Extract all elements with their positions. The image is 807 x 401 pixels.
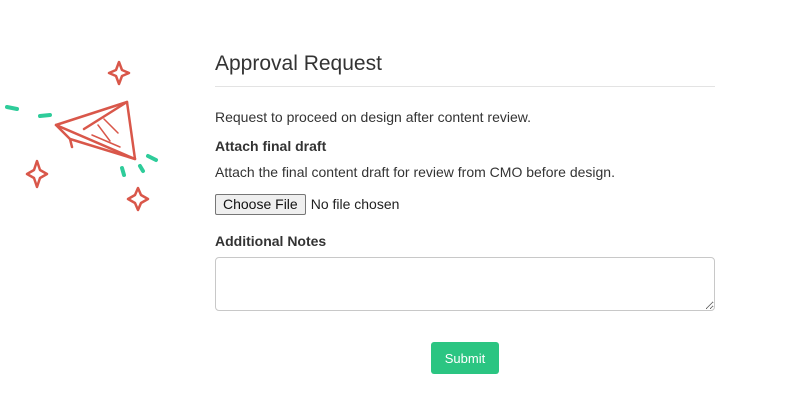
page-title: Approval Request: [215, 50, 715, 87]
additional-notes-field[interactable]: [215, 257, 715, 311]
submit-row: Submit: [215, 342, 715, 374]
sparkle-icon: [25, 159, 49, 189]
additional-notes-label: Additional Notes: [215, 233, 327, 249]
attach-draft-label: Attach final draft: [215, 138, 327, 154]
attach-draft-help: Attach the final content draft for revie…: [215, 164, 615, 180]
paper-plane-icon: [54, 100, 137, 161]
choose-file-button[interactable]: Choose File: [215, 193, 306, 215]
file-input: Choose File No file chosen: [215, 193, 715, 215]
sparkle-icon: [126, 186, 150, 212]
form-description: Request to proceed on design after conte…: [215, 109, 531, 125]
sparkle-icon: [107, 60, 131, 86]
file-status-text: No file chosen: [310, 196, 400, 212]
submit-button[interactable]: Submit: [431, 342, 499, 374]
paper-plane-illustration: [5, 60, 158, 212]
approval-request-page: Approval Request Request to proceed on d…: [0, 0, 807, 401]
approval-form: Approval Request Request to proceed on d…: [215, 50, 715, 374]
